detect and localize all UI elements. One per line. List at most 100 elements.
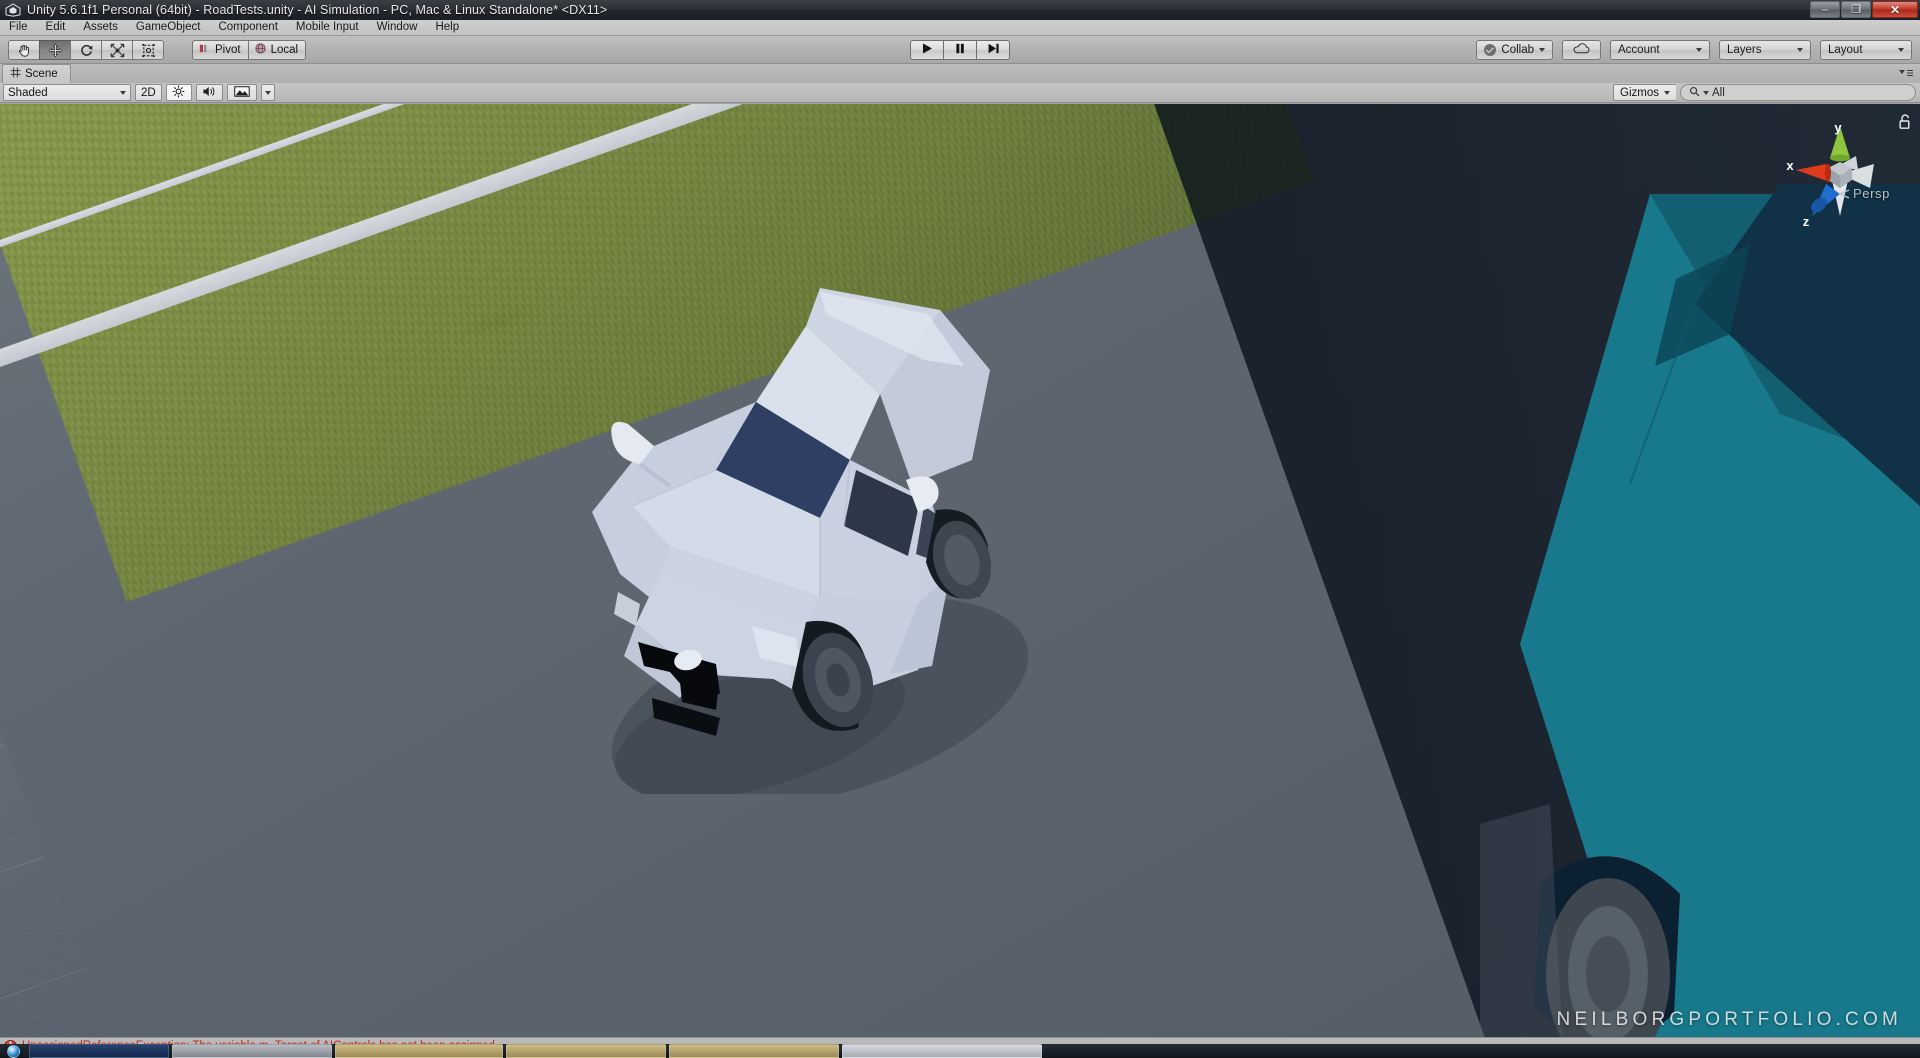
account-label: Account bbox=[1618, 44, 1660, 56]
layers-button[interactable]: Layers bbox=[1719, 40, 1811, 60]
toggle-2d-button[interactable]: 2D bbox=[135, 84, 162, 101]
collab-label: Collab bbox=[1501, 44, 1534, 56]
scene-search-placeholder: All bbox=[1712, 86, 1725, 99]
chevron-down-icon bbox=[1898, 48, 1904, 52]
windows-start-orb-icon[interactable] bbox=[0, 1044, 26, 1058]
local-globe-icon bbox=[254, 42, 267, 58]
handle-space-toggle-button[interactable]: Local bbox=[247, 40, 307, 60]
scene-tab-row: Scene bbox=[0, 64, 1920, 83]
toggle-audio-button[interactable] bbox=[195, 84, 223, 101]
chevron-down-icon bbox=[1664, 90, 1670, 95]
sun-icon bbox=[172, 85, 185, 101]
rect-transform-tool-button[interactable] bbox=[132, 40, 164, 60]
move-tool-button[interactable] bbox=[39, 40, 71, 60]
svg-text:z: z bbox=[1803, 214, 1810, 229]
image-effects-icon bbox=[233, 85, 250, 100]
step-forward-icon bbox=[986, 42, 1000, 58]
scene-view-toolbar-right: Gizmos All bbox=[1613, 84, 1916, 101]
rect-transform-icon bbox=[141, 43, 156, 58]
cloud-services-button[interactable] bbox=[1562, 40, 1601, 60]
pause-button[interactable] bbox=[943, 40, 977, 60]
white-car-vehicle[interactable] bbox=[520, 274, 1080, 811]
projection-mode-text: Persp bbox=[1853, 186, 1890, 201]
tab-scene[interactable]: Scene bbox=[2, 64, 71, 83]
menu-mobile-input[interactable]: Mobile Input bbox=[287, 20, 368, 35]
pivot-space-group: Pivot Local bbox=[192, 40, 307, 60]
unity-editor-window: Unity 5.6.1f1 Personal (64bit) - RoadTes… bbox=[0, 0, 1920, 1058]
pivot-icon bbox=[198, 42, 211, 58]
collab-button[interactable]: Collab bbox=[1476, 40, 1553, 60]
menu-bar: File Edit Assets GameObject Component Mo… bbox=[0, 20, 1920, 36]
window-title: Unity 5.6.1f1 Personal (64bit) - RoadTes… bbox=[27, 3, 608, 17]
scene-search-field[interactable]: All bbox=[1680, 84, 1916, 101]
layers-label: Layers bbox=[1727, 44, 1762, 56]
svg-text:y: y bbox=[1834, 122, 1842, 135]
draw-mode-dropdown[interactable]: Shaded bbox=[3, 84, 131, 101]
unlocked-padlock-icon[interactable] bbox=[1898, 114, 1912, 133]
main-toolbar: Pivot Local Collab Account Layers Layout bbox=[0, 36, 1920, 64]
transform-tools-group bbox=[8, 40, 164, 60]
svg-text:x: x bbox=[1786, 158, 1794, 173]
rotate-tool-button[interactable] bbox=[70, 40, 102, 60]
cloud-icon bbox=[1573, 43, 1590, 57]
panel-menu-icon[interactable] bbox=[1895, 66, 1917, 80]
scale-icon bbox=[110, 43, 125, 58]
scale-tool-button[interactable] bbox=[101, 40, 133, 60]
menu-window[interactable]: Window bbox=[368, 20, 427, 35]
windows-taskbar bbox=[0, 1044, 1920, 1058]
chevron-down-icon bbox=[1703, 90, 1709, 95]
account-tools-group: Collab Account Layers Layout bbox=[1476, 40, 1912, 60]
scene-grid-icon bbox=[10, 67, 21, 81]
close-button[interactable]: ✕ bbox=[1872, 1, 1918, 18]
chevron-down-icon bbox=[1539, 48, 1545, 52]
unity-logo-icon bbox=[5, 3, 21, 17]
scene-view-toolbar: Shaded 2D Gizmos All bbox=[0, 83, 1920, 103]
move-arrows-icon bbox=[48, 43, 63, 58]
chevron-down-icon bbox=[264, 90, 271, 95]
search-icon bbox=[1689, 86, 1700, 100]
account-button[interactable]: Account bbox=[1610, 40, 1710, 60]
restore-button[interactable]: ❐ bbox=[1841, 1, 1871, 18]
gizmos-dropdown-button[interactable]: Gizmos bbox=[1613, 84, 1676, 101]
scene-viewport-3d[interactable]: y x z Persp NEILBORGPORTFOLIO.COM bbox=[0, 104, 1920, 1037]
draw-mode-label: Shaded bbox=[8, 86, 48, 99]
scene-view-axis-gizmo[interactable]: y x z bbox=[1782, 120, 1892, 232]
menu-assets[interactable]: Assets bbox=[74, 20, 127, 35]
menu-component[interactable]: Component bbox=[209, 20, 286, 35]
minimize-button[interactable]: – bbox=[1810, 1, 1840, 18]
rotate-icon bbox=[79, 43, 94, 58]
taskbar-item-1[interactable] bbox=[29, 1044, 169, 1058]
taskbar-item-5[interactable] bbox=[669, 1044, 839, 1058]
gizmos-label: Gizmos bbox=[1620, 86, 1659, 99]
speaker-icon bbox=[202, 85, 217, 101]
chevron-down-icon bbox=[1797, 48, 1803, 52]
menu-edit[interactable]: Edit bbox=[37, 20, 75, 35]
pivot-toggle-button[interactable]: Pivot bbox=[192, 40, 249, 60]
effects-dropdown-button[interactable] bbox=[260, 84, 275, 101]
play-button[interactable] bbox=[910, 40, 944, 60]
pivot-label: Pivot bbox=[215, 44, 241, 56]
chevron-down-icon bbox=[120, 90, 126, 95]
projection-mode-label[interactable]: Persp bbox=[1838, 186, 1890, 201]
playback-controls-group bbox=[910, 40, 1010, 60]
play-icon bbox=[920, 42, 934, 58]
menu-help[interactable]: Help bbox=[426, 20, 468, 35]
layout-button[interactable]: Layout bbox=[1820, 40, 1912, 60]
taskbar-item-2[interactable] bbox=[172, 1044, 332, 1058]
site-watermark: NEILBORGPORTFOLIO.COM bbox=[1556, 1009, 1902, 1030]
menu-file[interactable]: File bbox=[0, 20, 37, 35]
title-bar: Unity 5.6.1f1 Personal (64bit) - RoadTes… bbox=[0, 0, 1920, 20]
taskbar-item-4[interactable] bbox=[506, 1044, 666, 1058]
step-button[interactable] bbox=[976, 40, 1010, 60]
teal-vehicle[interactable] bbox=[1480, 184, 1920, 1037]
toggle-effects-button[interactable] bbox=[226, 84, 257, 101]
taskbar-item-3[interactable] bbox=[335, 1044, 503, 1058]
menu-gameobject[interactable]: GameObject bbox=[127, 20, 210, 35]
collab-check-icon bbox=[1484, 44, 1497, 56]
pause-icon bbox=[953, 42, 967, 58]
taskbar-item-6[interactable] bbox=[842, 1044, 1042, 1058]
toggle-lighting-button[interactable] bbox=[165, 84, 192, 101]
hand-icon bbox=[17, 43, 32, 58]
chevron-down-icon bbox=[1696, 48, 1702, 52]
hand-tool-button[interactable] bbox=[8, 40, 40, 60]
